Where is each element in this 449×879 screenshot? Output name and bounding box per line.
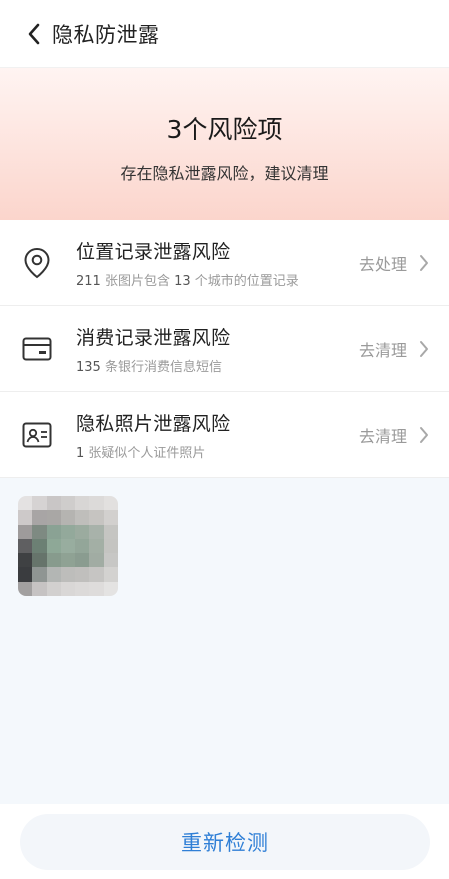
card-icon <box>0 337 76 361</box>
clean-action[interactable]: 去清理 <box>359 423 449 447</box>
photo-count: 211 <box>76 273 101 289</box>
chevron-right-icon[interactable] <box>419 340 429 358</box>
id-card-icon <box>0 422 76 448</box>
detail-text: 张图片包含 <box>100 273 175 289</box>
risk-item-detail: 135 条银行消费信息短信 <box>76 356 359 375</box>
handle-action[interactable]: 去处理 <box>359 251 449 275</box>
detail-text-2: 个城市的位置记录 <box>190 273 299 289</box>
header: 隐私防泄露 <box>0 0 449 68</box>
clean-action[interactable]: 去清理 <box>359 337 449 361</box>
city-count: 13 <box>174 273 191 289</box>
footer: 重新检测 <box>0 804 449 879</box>
privacy-leak-page: 隐私防泄露 3个风险项 存在隐私泄露风险，建议清理 位置记录泄露风险 211 张… <box>0 0 449 879</box>
risk-summary-banner: 3个风险项 存在隐私泄露风险，建议清理 <box>0 68 449 220</box>
risk-item-consumption[interactable]: 消费记录泄露风险 135 条银行消费信息短信 去清理 <box>0 306 449 392</box>
detail-text: 张疑似个人证件照片 <box>84 445 206 461</box>
suspect-photo-gallery <box>0 478 449 804</box>
detail-text: 条银行消费信息短信 <box>100 359 222 375</box>
blurred-id-photo-thumbnail[interactable] <box>18 496 118 596</box>
risk-item-title: 位置记录泄露风险 <box>76 240 231 263</box>
risk-item-detail: 1 张疑似个人证件照片 <box>76 442 359 461</box>
risk-item-location[interactable]: 位置记录泄露风险 211 张图片包含 13 个城市的位置记录 去处理 <box>0 220 449 306</box>
sms-count: 135 <box>76 359 101 375</box>
risk-item-title: 隐私照片泄露风险 <box>76 412 231 435</box>
rescan-button[interactable]: 重新检测 <box>20 814 430 870</box>
risk-count: 3个风险项 <box>166 115 283 144</box>
clean-label[interactable]: 去清理 <box>359 337 407 361</box>
handle-label[interactable]: 去处理 <box>359 251 407 275</box>
chevron-right-icon[interactable] <box>419 254 429 272</box>
clean-label[interactable]: 去清理 <box>359 423 407 447</box>
location-pin-icon <box>0 247 76 279</box>
chevron-right-icon[interactable] <box>419 426 429 444</box>
page-title: 隐私防泄露 <box>52 22 160 47</box>
back-button[interactable] <box>22 22 46 46</box>
risk-item-detail: 211 张图片包含 13 个城市的位置记录 <box>76 270 359 289</box>
risk-item-photos[interactable]: 隐私照片泄露风险 1 张疑似个人证件照片 去清理 <box>0 392 449 478</box>
risk-item-title: 消费记录泄露风险 <box>76 326 231 349</box>
risk-description: 存在隐私泄露风险，建议清理 <box>120 164 329 183</box>
chevron-left-icon[interactable] <box>27 23 41 45</box>
